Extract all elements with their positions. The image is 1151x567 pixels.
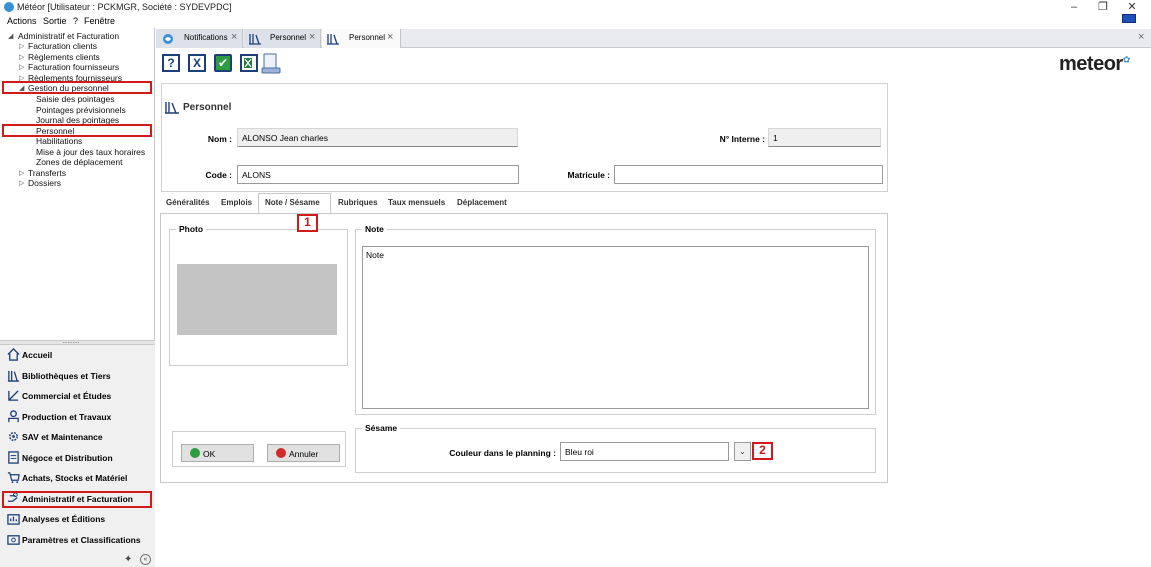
close-window-button[interactable]: ✕ bbox=[1122, 0, 1142, 15]
menu-fenetre[interactable]: Fenêtre bbox=[84, 16, 115, 26]
module-negoce[interactable]: Négoce et Distribution bbox=[6, 450, 151, 468]
menu-bar: Actions Sortie ? Fenêtre bbox=[0, 15, 1151, 28]
subtab-note-sesame[interactable]: Note / Sésame bbox=[258, 193, 331, 214]
menu-help[interactable]: ? bbox=[73, 16, 78, 26]
highlight-gestion-personnel bbox=[2, 81, 152, 94]
module-accueil[interactable]: Accueil bbox=[6, 347, 151, 365]
note-textarea[interactable]: Note bbox=[362, 246, 869, 409]
tree-item-pointages-previsionnels[interactable]: Pointages prévisionnels bbox=[36, 105, 126, 115]
module-sav[interactable]: SAV et Maintenance bbox=[6, 429, 151, 447]
menu-actions[interactable]: Actions bbox=[7, 16, 37, 26]
collapsed-arrow-icon[interactable]: ▷ bbox=[19, 63, 24, 71]
tree-item-dossiers[interactable]: Dossiers bbox=[28, 178, 61, 188]
books-icon bbox=[7, 370, 20, 382]
collapsed-arrow-icon[interactable]: ▷ bbox=[19, 42, 24, 50]
meteor-logo-icon bbox=[163, 34, 173, 44]
close-tab-icon[interactable]: × bbox=[387, 31, 393, 43]
note-sesame-panel: Photo Note Note OK Annuler Sésame Couleu… bbox=[160, 213, 888, 483]
cancel-button[interactable]: Annuler bbox=[267, 444, 340, 462]
nom-field[interactable]: ALONSO Jean charles bbox=[237, 128, 518, 147]
highlight-module-administratif bbox=[2, 491, 152, 508]
color-label: Couleur dans le planning : bbox=[449, 448, 556, 458]
close-all-tabs-icon[interactable]: × bbox=[1138, 31, 1144, 43]
validate-toolbar-button[interactable]: ✔ bbox=[214, 54, 232, 72]
buttons-group: OK Annuler bbox=[172, 431, 346, 467]
step-marker-2: 2 bbox=[752, 442, 773, 460]
meteor-app-icon bbox=[4, 2, 14, 12]
interne-label: N° Interne : bbox=[719, 134, 765, 144]
collapse-panel-icon[interactable]: « bbox=[140, 554, 151, 565]
module-production[interactable]: Production et Travaux bbox=[6, 409, 151, 427]
tab-notifications[interactable]: Notifications × bbox=[156, 29, 243, 48]
tree-item-administratif[interactable]: Administratif et Facturation bbox=[18, 31, 119, 41]
personnel-header-card: Personnel Nom : ALONSO Jean charles N° I… bbox=[161, 83, 888, 192]
title-bar: Météor [Utilisateur : PCKMGR, Société : … bbox=[0, 0, 1151, 15]
module-bibliotheques[interactable]: Bibliothèques et Tiers bbox=[6, 368, 151, 386]
tab-personnel-1[interactable]: Personnel × bbox=[244, 29, 321, 48]
matricule-label: Matricule : bbox=[567, 170, 610, 180]
close-tab-icon[interactable]: × bbox=[231, 31, 237, 43]
module-analyses[interactable]: Analyses et Éditions bbox=[6, 511, 151, 529]
pin-icon[interactable]: ✦ bbox=[124, 554, 132, 565]
minimize-button[interactable]: – bbox=[1064, 0, 1084, 15]
tree-item-maj-taux-horaires[interactable]: Mise à jour des taux horaires bbox=[36, 147, 145, 157]
tree-item-facturation-fournisseurs[interactable]: Facturation fournisseurs bbox=[28, 62, 119, 72]
report-icon bbox=[7, 514, 20, 525]
interne-field[interactable]: 1 bbox=[768, 128, 881, 147]
code-label: Code : bbox=[205, 170, 232, 180]
nom-label: Nom : bbox=[207, 134, 232, 144]
drafting-icon bbox=[8, 390, 19, 401]
tab-personnel-2[interactable]: Personnel × bbox=[322, 29, 401, 48]
language-flag-icon[interactable] bbox=[1122, 14, 1136, 23]
tree-item-saisie-pointages[interactable]: Saisie des pointages bbox=[36, 94, 114, 104]
toolbar: ? X ✔ bbox=[156, 48, 1151, 78]
module-achats[interactable]: Achats, Stocks et Matériel bbox=[6, 470, 151, 488]
module-bar: Accueil Bibliothèques et Tiers Commercia… bbox=[0, 345, 155, 567]
module-commercial[interactable]: Commercial et Études bbox=[6, 388, 151, 406]
expanded-arrow-icon[interactable]: ◢ bbox=[8, 32, 13, 40]
restore-button[interactable]: ❐ bbox=[1093, 0, 1113, 15]
sesame-group: Sésame Couleur dans le planning : Bleu r… bbox=[355, 423, 876, 473]
close-tab-icon[interactable]: × bbox=[309, 31, 315, 43]
tree-item-zones-deplacement[interactable]: Zones de déplacement bbox=[36, 157, 122, 167]
meteor-logo: meteor✿ bbox=[1059, 53, 1130, 75]
books-icon bbox=[249, 34, 261, 45]
document-tab-strip: Notifications × Personnel × Personnel × … bbox=[156, 29, 1151, 48]
tree-item-habilitations[interactable]: Habilitations bbox=[36, 136, 82, 146]
home-icon bbox=[7, 348, 20, 361]
tree-item-facturation-clients[interactable]: Facturation clients bbox=[28, 41, 97, 51]
collapsed-arrow-icon[interactable]: ▷ bbox=[19, 53, 24, 61]
color-select[interactable]: Bleu roi bbox=[560, 442, 729, 461]
collapsed-arrow-icon[interactable]: ▷ bbox=[19, 169, 24, 177]
window-title: Météor [Utilisateur : PCKMGR, Société : … bbox=[17, 2, 232, 12]
cancel-icon bbox=[276, 448, 286, 458]
photo-placeholder[interactable] bbox=[177, 264, 337, 335]
tree-item-transferts[interactable]: Transferts bbox=[28, 168, 66, 178]
step-marker-1: 1 bbox=[297, 214, 318, 232]
check-icon bbox=[190, 448, 200, 458]
worker-icon bbox=[8, 410, 19, 423]
settings-icon bbox=[7, 535, 20, 545]
books-icon bbox=[327, 34, 339, 45]
tree-item-reglements-clients[interactable]: Règlements clients bbox=[28, 52, 100, 62]
chevron-down-icon[interactable]: ⌄ bbox=[734, 442, 751, 461]
collapsed-arrow-icon[interactable]: ▷ bbox=[19, 179, 24, 187]
document-icon bbox=[8, 451, 19, 464]
code-field[interactable]: ALONS bbox=[237, 165, 519, 184]
help-button[interactable]: ? bbox=[162, 54, 180, 72]
note-group: Note Note bbox=[355, 224, 876, 415]
cart-icon bbox=[7, 472, 20, 484]
menu-sortie[interactable]: Sortie bbox=[43, 16, 67, 26]
document-preview-icon[interactable] bbox=[260, 53, 282, 75]
books-icon bbox=[165, 102, 179, 114]
excel-export-icon[interactable] bbox=[240, 54, 258, 72]
photo-group: Photo bbox=[169, 224, 348, 366]
cancel-toolbar-button[interactable]: X bbox=[188, 54, 206, 72]
section-title: Personnel bbox=[183, 102, 232, 113]
matricule-field[interactable] bbox=[614, 165, 883, 184]
gear-icon bbox=[9, 432, 18, 441]
ok-button[interactable]: OK bbox=[181, 444, 254, 462]
module-parametres[interactable]: Paramètres et Classifications bbox=[6, 532, 151, 550]
